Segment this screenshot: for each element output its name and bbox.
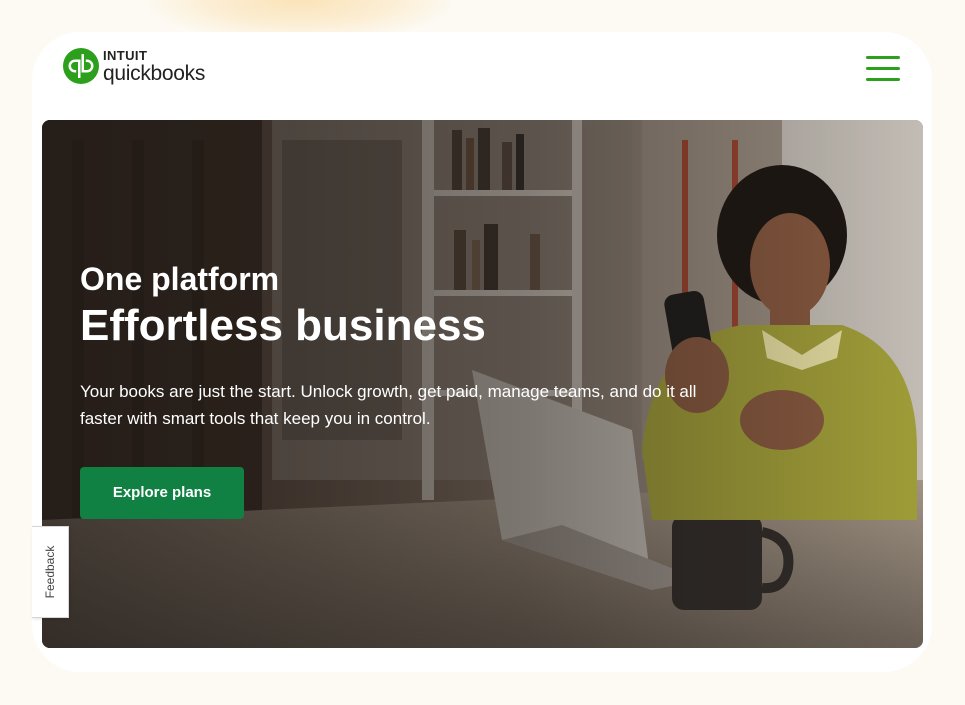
hero-content: One platform Effortless business Your bo… xyxy=(80,260,700,519)
logo-wordmark: INTUIT quickbooks xyxy=(103,49,205,84)
hero-card: INTUIT quickbooks One platform Effortles… xyxy=(32,32,932,672)
menu-line-bottom xyxy=(866,78,900,81)
explore-plans-button[interactable]: Explore plans xyxy=(80,467,244,519)
quickbooks-logo[interactable]: INTUIT quickbooks xyxy=(63,48,205,84)
feedback-tab[interactable]: Feedback xyxy=(32,526,69,618)
hero-subcopy: Your books are just the start. Unlock gr… xyxy=(80,382,697,428)
hero-headline: Effortless business xyxy=(80,301,486,350)
hamburger-menu-icon[interactable] xyxy=(864,54,902,84)
logo-intuit-text: INTUIT xyxy=(103,47,148,63)
quickbooks-logo-icon xyxy=(63,48,99,84)
logo-quickbooks-text: quickbooks xyxy=(103,61,206,85)
feedback-label: Feedback xyxy=(43,545,57,599)
hero-eyebrow: One platform xyxy=(80,261,280,297)
menu-line-middle xyxy=(866,67,900,70)
menu-line-top xyxy=(866,56,900,59)
hero-banner: One platform Effortless business Your bo… xyxy=(42,120,923,648)
